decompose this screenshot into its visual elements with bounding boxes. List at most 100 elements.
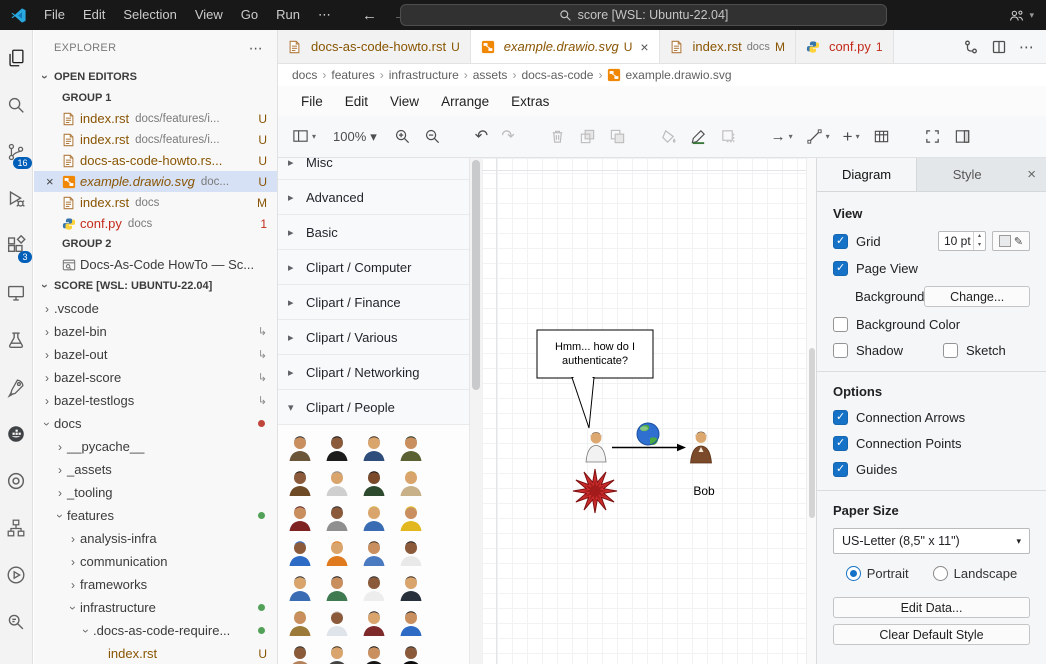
shadow-icon[interactable] [720, 128, 737, 145]
drawio-menu-extras[interactable]: Extras [500, 94, 560, 109]
menu-run[interactable]: Run [267, 0, 309, 30]
shape-person-12[interactable] [394, 500, 428, 534]
activity-rocket[interactable] [0, 363, 33, 410]
tree-item--docs-as-code-require-[interactable]: ›.docs-as-code-require... [34, 619, 277, 642]
tree-item-bazel-bin[interactable]: ›bazel-bin↳ [34, 320, 277, 343]
shape-person-10[interactable] [320, 500, 354, 534]
shape-person-6[interactable] [320, 465, 354, 499]
portrait-radio[interactable]: Portrait [846, 566, 909, 581]
shape-category-clipart-people[interactable]: ▾Clipart / People [278, 390, 469, 425]
shape-person-27[interactable] [357, 640, 391, 664]
activity-org[interactable] [0, 504, 33, 551]
activity-explorer[interactable] [0, 34, 33, 81]
activity-search[interactable] [0, 81, 33, 128]
open-editor-item[interactable]: docs-as-code-howto.rs...U [34, 150, 277, 171]
stepper-icons[interactable]: ▴▾ [973, 232, 985, 250]
tree-item--pycache-[interactable]: ›__pycache__ [34, 435, 277, 458]
activity-container[interactable] [0, 410, 33, 457]
edit-data-button[interactable]: Edit Data... [833, 597, 1030, 618]
editor-more-actions-icon[interactable]: ⋯ [1019, 38, 1034, 56]
activity-ring[interactable] [0, 457, 33, 504]
landscape-radio[interactable]: Landscape [933, 566, 1018, 581]
scrollbar-thumb[interactable] [809, 348, 815, 518]
menu-file[interactable]: File [35, 0, 74, 30]
shape-person-18[interactable] [320, 570, 354, 604]
activity-remote-explorer[interactable] [0, 269, 33, 316]
sketch-checkbox[interactable] [943, 343, 958, 358]
editor-tab-conf-py[interactable]: conf.py1 [796, 30, 894, 63]
shape-person-28[interactable] [394, 640, 428, 664]
breadcrumb-item[interactable]: assets [473, 68, 508, 82]
canvas-scrollbar[interactable] [806, 158, 816, 664]
activity-extensions[interactable]: 3 [0, 222, 33, 269]
breadcrumb-item[interactable]: example.drawio.svg [607, 68, 731, 82]
open-editors-header[interactable]: ›OPEN EDITORS [34, 66, 277, 88]
tree-item-frameworks[interactable]: ›frameworks [34, 573, 277, 596]
open-editor-item[interactable]: Docs-As-Code HowTo — Sc... [34, 254, 277, 275]
shape-person-20[interactable] [394, 570, 428, 604]
activity-search-detail[interactable] [0, 598, 33, 645]
shape-person-16[interactable] [394, 535, 428, 569]
tree-item-infrastructure[interactable]: ›infrastructure [34, 596, 277, 619]
undo-icon[interactable]: ↶ [475, 129, 488, 145]
shape-person-25[interactable] [283, 640, 317, 664]
open-editor-item[interactable]: index.rstdocs/features/i...U [34, 129, 277, 150]
split-editor-icon[interactable] [991, 39, 1007, 55]
breadcrumb-item[interactable]: infrastructure [389, 68, 459, 82]
shape-category-clipart-various[interactable]: ▸Clipart / Various [278, 320, 469, 355]
tree-item-features[interactable]: ›features [34, 504, 277, 527]
checkbox[interactable] [833, 410, 848, 425]
shape-person-19[interactable] [357, 570, 391, 604]
shape-person-13[interactable] [283, 535, 317, 569]
person-shape[interactable] [586, 432, 606, 462]
tree-item-communication[interactable]: ›communication [34, 550, 277, 573]
globe-shape[interactable] [637, 423, 659, 445]
grid-size-input[interactable]: 10 pt▴▾ [938, 231, 986, 251]
activity-source-control[interactable]: 16 [0, 128, 33, 175]
bob-shape[interactable] [691, 432, 712, 463]
close-icon[interactable]: × [46, 174, 62, 189]
checkbox[interactable] [833, 436, 848, 451]
clear-default-style-button[interactable]: Clear Default Style [833, 624, 1030, 645]
close-icon[interactable]: × [640, 39, 648, 55]
redo-icon[interactable]: ↷ [501, 129, 514, 145]
shape-category-misc[interactable]: ▸Misc [278, 158, 469, 180]
activity-run-circle[interactable] [0, 551, 33, 598]
page-view-checkbox[interactable] [833, 261, 848, 276]
shape-category-clipart-computer[interactable]: ▸Clipart / Computer [278, 250, 469, 285]
delete-icon[interactable] [549, 128, 566, 145]
shape-person-23[interactable] [357, 605, 391, 639]
tree-item--assets[interactable]: ›_assets [34, 458, 277, 481]
shape-person-26[interactable] [320, 640, 354, 664]
tree-item-bazel-testlogs[interactable]: ›bazel-testlogs↳ [34, 389, 277, 412]
tree-item-bazel-score[interactable]: ›bazel-score↳ [34, 366, 277, 389]
shape-person-22[interactable] [320, 605, 354, 639]
insert-icon[interactable]: +▾ [843, 127, 860, 147]
shape-person-11[interactable] [357, 500, 391, 534]
tree-item-index-rst[interactable]: index.rstU [34, 642, 277, 664]
line-color-icon[interactable] [690, 128, 707, 145]
menu-view[interactable]: View [186, 0, 232, 30]
to-front-icon[interactable] [579, 128, 596, 145]
tab-diagram[interactable]: Diagram [817, 158, 917, 191]
shape-category-basic[interactable]: ▸Basic [278, 215, 469, 250]
change-background-button[interactable]: Change... [924, 286, 1030, 307]
fullscreen-icon[interactable] [924, 128, 941, 145]
command-center-search[interactable]: score [WSL: Ubuntu-22.04] [400, 4, 887, 26]
shape-person-4[interactable] [394, 430, 428, 464]
to-back-icon[interactable] [609, 128, 626, 145]
fill-color-icon[interactable] [660, 128, 677, 145]
menu-edit[interactable]: Edit [74, 0, 114, 30]
editor-tab-index-rst[interactable]: index.rstdocsM [660, 30, 796, 63]
shape-person-15[interactable] [357, 535, 391, 569]
grid-checkbox[interactable] [833, 234, 848, 249]
toggle-format-panel-icon[interactable] [954, 128, 971, 145]
editor-tab-example-drawio-svg[interactable]: example.drawio.svgU× [471, 30, 660, 63]
page-view-toggle-icon[interactable]: ▾ [292, 128, 316, 145]
zoom-in-icon[interactable] [394, 128, 411, 145]
shape-category-clipart-networking[interactable]: ▸Clipart / Networking [278, 355, 469, 390]
menu-more[interactable]: ⋯ [309, 0, 340, 30]
close-icon[interactable]: × [1017, 166, 1046, 183]
grid-color-button[interactable]: ✎ [992, 231, 1030, 251]
menu-go[interactable]: Go [232, 0, 267, 30]
